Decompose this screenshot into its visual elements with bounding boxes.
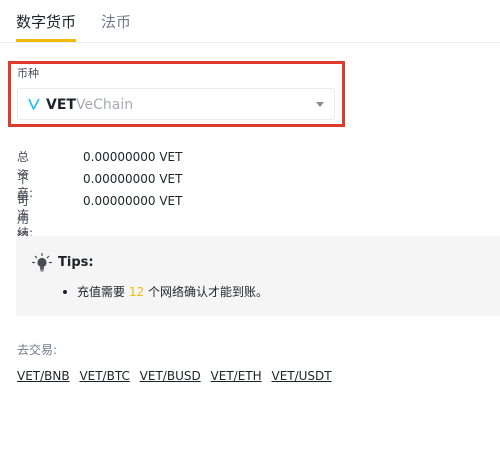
chevron-down-icon: [316, 102, 324, 107]
tab-bar: 数字货币 法币: [0, 0, 500, 43]
balance-value: 0.00000000 VET: [83, 150, 183, 164]
lightbulb-icon: [32, 253, 52, 272]
bullet-icon: [63, 289, 67, 294]
trade-pairs: VET/BNB VET/BTC VET/BUSD VET/ETH VET/USD…: [17, 368, 338, 384]
trade-pair-link-vet-eth[interactable]: VET/ETH: [211, 369, 262, 383]
tips-panel: Tips: 充值需要 12 个网络确认才能到账。: [16, 236, 500, 316]
trade-pair-link-vet-btc[interactable]: VET/BTC: [79, 369, 129, 383]
tips-text-suffix: 个网络确认才能到账。: [147, 285, 268, 299]
tips-title: Tips:: [58, 255, 94, 270]
coin-select-label: 币种: [17, 67, 39, 80]
tips-text-prefix: 充值需要: [77, 285, 126, 299]
balance-value: 0.00000000 VET: [83, 172, 183, 186]
confirmation-count: 12: [128, 285, 145, 299]
tab-fiat[interactable]: 法币: [101, 12, 131, 32]
trade-pair-link-vet-usdt[interactable]: VET/USDT: [271, 369, 331, 383]
balance-value: 0.00000000 VET: [83, 194, 183, 208]
trade-pair-link-vet-busd[interactable]: VET/BUSD: [140, 369, 201, 383]
tips-deposit-note: 充值需要 12 个网络确认才能到账。: [63, 284, 268, 300]
trade-label: 去交易:: [17, 343, 58, 357]
selected-coin-symbol: VET: [46, 97, 76, 113]
trade-pair-link-vet-bnb[interactable]: VET/BNB: [17, 369, 70, 383]
tab-crypto[interactable]: 数字货币: [16, 12, 77, 42]
coin-select-dropdown[interactable]: VET VeChain: [17, 88, 335, 120]
vechain-logo-icon: [28, 98, 40, 110]
selected-coin-name: VeChain: [76, 97, 134, 113]
